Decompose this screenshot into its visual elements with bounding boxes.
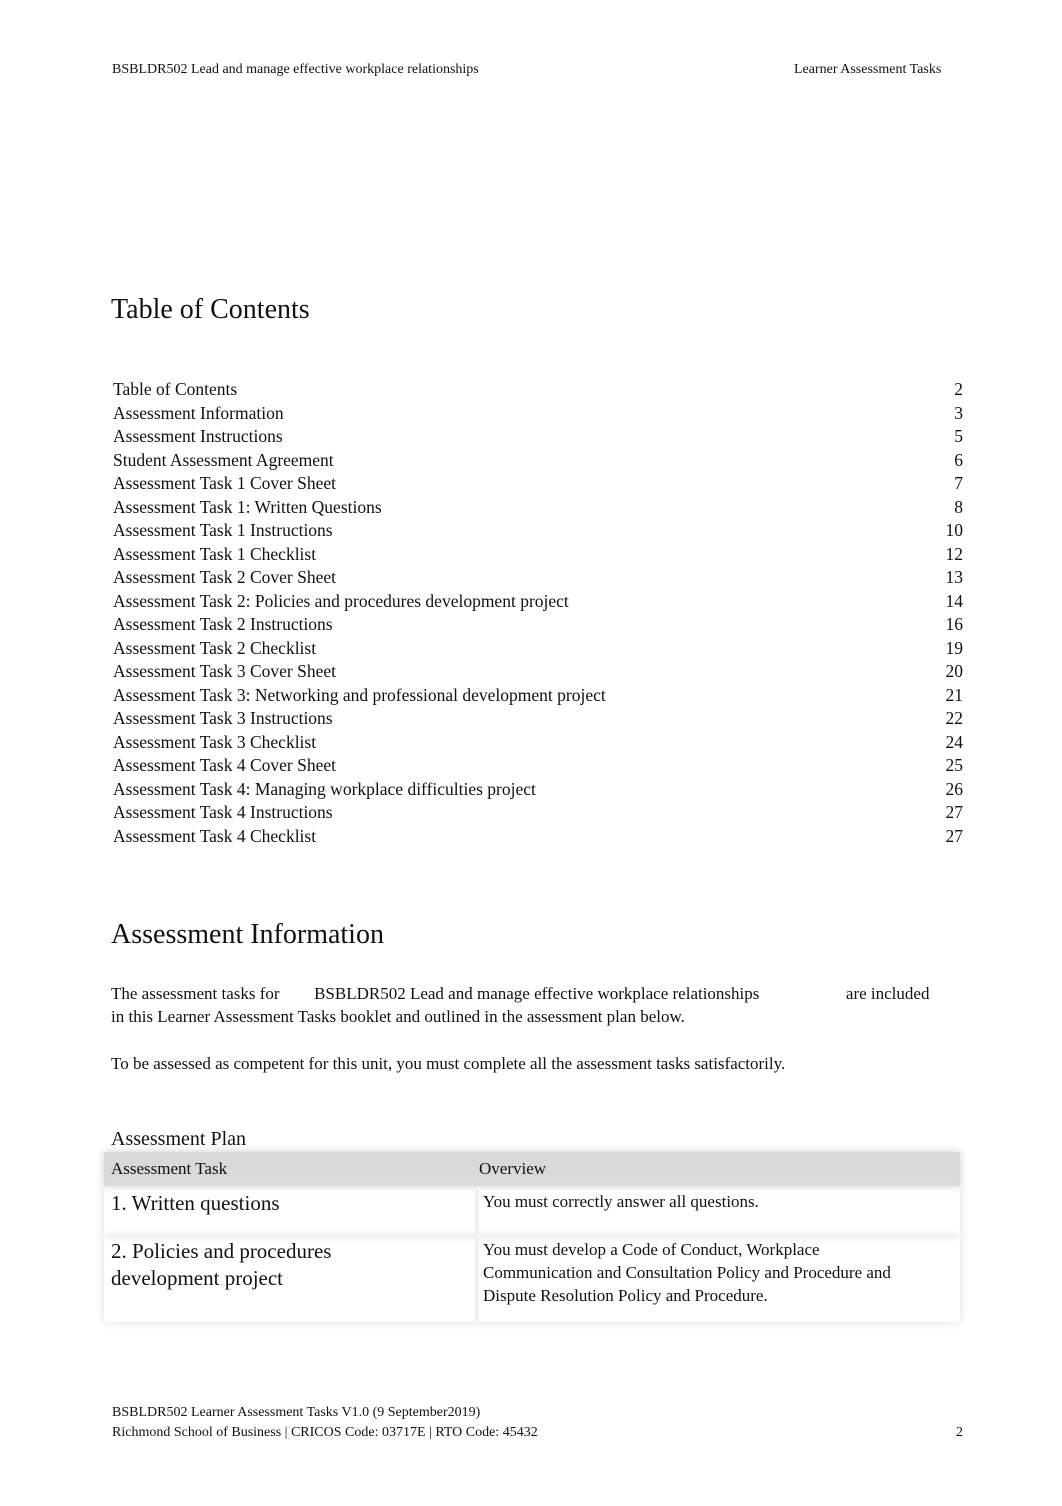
intro-text-a: The assessment tasks for — [111, 984, 280, 1003]
toc-entry-page[interactable]: 27 — [946, 825, 964, 849]
assessment-information-heading: Assessment Information — [111, 919, 384, 950]
table-row: 1. Written questions You must correctly … — [104, 1186, 960, 1236]
toc-entry-page[interactable]: 22 — [946, 707, 964, 731]
toc-entry[interactable]: Assessment Instructions 5 — [113, 425, 963, 449]
toc-entry[interactable]: Assessment Information 3 — [113, 402, 963, 426]
toc-heading: Table of Contents — [111, 294, 310, 325]
toc-entry-page[interactable]: 27 — [946, 801, 964, 825]
toc-entry-page[interactable]: 25 — [946, 754, 964, 778]
footer-organisation: Richmond School of Business | CRICOS Cod… — [112, 1425, 538, 1440]
unit-name: BSBLDR502 Lead and manage effective work… — [314, 984, 760, 1003]
toc-entry-label[interactable]: Assessment Task 2 Checklist — [113, 637, 316, 661]
toc-entry-page[interactable]: 20 — [946, 660, 964, 684]
competency-paragraph: To be assessed as competent for this uni… — [111, 1054, 786, 1073]
toc-entry-label[interactable]: Assessment Task 2 Cover Sheet — [113, 566, 336, 590]
toc-entry-label[interactable]: Assessment Task 1 Checklist — [113, 543, 316, 567]
toc-entry[interactable]: Assessment Task 1 Checklist 12 — [113, 543, 963, 567]
toc-entry-label[interactable]: Student Assessment Agreement — [113, 449, 334, 473]
toc-entry-label[interactable]: Assessment Task 2: Policies and procedur… — [113, 590, 569, 614]
toc-entry[interactable]: Assessment Task 1 Cover Sheet 7 — [113, 472, 963, 496]
toc-entry-page[interactable]: 3 — [954, 402, 963, 426]
toc-entry-label[interactable]: Assessment Task 1 Cover Sheet — [113, 472, 336, 496]
toc-entry[interactable]: Assessment Task 2: Policies and procedur… — [113, 590, 963, 614]
toc-entry-label[interactable]: Assessment Information — [113, 402, 284, 426]
header-assessment-task: Assessment Task — [111, 1159, 228, 1178]
toc-entry-label[interactable]: Assessment Task 3 Cover Sheet — [113, 660, 336, 684]
toc-entry[interactable]: Assessment Task 3 Instructions 22 — [113, 707, 963, 731]
toc-entry-page[interactable]: 6 — [954, 449, 963, 473]
toc-entry[interactable]: Assessment Task 2 Instructions 16 — [113, 613, 963, 637]
table-of-contents: Table of Contents 2 Assessment Information… — [113, 378, 963, 848]
toc-entry-page[interactable]: 14 — [946, 590, 964, 614]
toc-entry-label[interactable]: Assessment Task 3: Networking and profes… — [113, 684, 606, 708]
toc-entry[interactable]: Assessment Task 4 Checklist 27 — [113, 825, 963, 849]
footer-version: BSBLDR502 Learner Assessment Tasks V1.0 … — [112, 1405, 481, 1420]
overview-cell: You must develop a Code of Conduct, Work… — [483, 1240, 891, 1305]
toc-entry[interactable]: Assessment Task 1: Written Questions 8 — [113, 496, 963, 520]
toc-entry-page[interactable]: 12 — [946, 543, 964, 567]
toc-entry-page[interactable]: 26 — [946, 778, 964, 802]
table-header-row: Assessment Task Overview — [104, 1152, 960, 1186]
table-row: 2. Policies and procedures development p… — [104, 1236, 960, 1322]
task-cell: 1. Written questions — [104, 1186, 479, 1236]
overview-cell: You must correctly answer all questions. — [483, 1192, 759, 1211]
toc-entry[interactable]: Assessment Task 4 Cover Sheet 25 — [113, 754, 963, 778]
toc-entry-page[interactable]: 19 — [946, 637, 964, 661]
toc-entry-page[interactable]: 8 — [954, 496, 963, 520]
toc-entry[interactable]: Assessment Task 4 Instructions 27 — [113, 801, 963, 825]
toc-entry[interactable]: Assessment Task 3 Cover Sheet 20 — [113, 660, 963, 684]
toc-entry-label[interactable]: Assessment Task 3 Checklist — [113, 731, 316, 755]
header-doc-title: Learner Assessment Tasks — [794, 62, 942, 77]
toc-entry-page[interactable]: 13 — [946, 566, 964, 590]
toc-entry-label[interactable]: Assessment Instructions — [113, 425, 283, 449]
toc-entry-page[interactable]: 7 — [954, 472, 963, 496]
intro-paragraph: The assessment tasks for BSBLDR502 Lead … — [111, 982, 961, 1028]
header-overview: Overview — [479, 1159, 547, 1178]
toc-entry-label[interactable]: Assessment Task 4 Checklist — [113, 825, 316, 849]
toc-entry-label[interactable]: Assessment Task 3 Instructions — [113, 707, 333, 731]
toc-entry-label[interactable]: Assessment Task 1: Written Questions — [113, 496, 382, 520]
toc-entry-label[interactable]: Assessment Task 4: Managing workplace di… — [113, 778, 536, 802]
toc-entry[interactable]: Student Assessment Agreement 6 — [113, 449, 963, 473]
footer-page-number: 2 — [956, 1425, 963, 1440]
toc-entry[interactable]: Assessment Task 2 Cover Sheet 13 — [113, 566, 963, 590]
toc-entry-label[interactable]: Assessment Task 1 Instructions — [113, 519, 333, 543]
intro-text-c: are included — [845, 984, 930, 1003]
toc-entry-page[interactable]: 2 — [954, 378, 963, 402]
toc-entry-page[interactable]: 16 — [946, 613, 964, 637]
toc-entry-page[interactable]: 21 — [946, 684, 964, 708]
toc-entry-page[interactable]: 5 — [954, 425, 963, 449]
toc-entry[interactable]: Assessment Task 3 Checklist 24 — [113, 731, 963, 755]
toc-entry-label[interactable]: Assessment Task 4 Instructions — [113, 801, 333, 825]
toc-entry[interactable]: Assessment Task 4: Managing workplace di… — [113, 778, 963, 802]
header-unit-title: BSBLDR502 Lead and manage effective work… — [112, 62, 479, 77]
toc-entry-page[interactable]: 10 — [946, 519, 964, 543]
task-cell: 2. Policies and procedures development p… — [104, 1236, 479, 1322]
toc-entry[interactable]: Assessment Task 3: Networking and profes… — [113, 684, 963, 708]
assessment-plan-heading: Assessment Plan — [111, 1128, 246, 1150]
toc-entry-label[interactable]: Assessment Task 2 Instructions — [113, 613, 333, 637]
intro-text-d: in this Learner Assessment Tasks booklet… — [111, 1007, 685, 1026]
toc-entry[interactable]: Assessment Task 1 Instructions 10 — [113, 519, 963, 543]
toc-entry-label[interactable]: Assessment Task 4 Cover Sheet — [113, 754, 336, 778]
toc-entry-label[interactable]: Table of Contents — [113, 378, 237, 402]
toc-entry-page[interactable]: 24 — [946, 731, 964, 755]
toc-entry[interactable]: Table of Contents 2 — [113, 378, 963, 402]
assessment-plan-table: Assessment Task Overview 1. Written ques… — [104, 1152, 960, 1322]
toc-entry[interactable]: Assessment Task 2 Checklist 19 — [113, 637, 963, 661]
